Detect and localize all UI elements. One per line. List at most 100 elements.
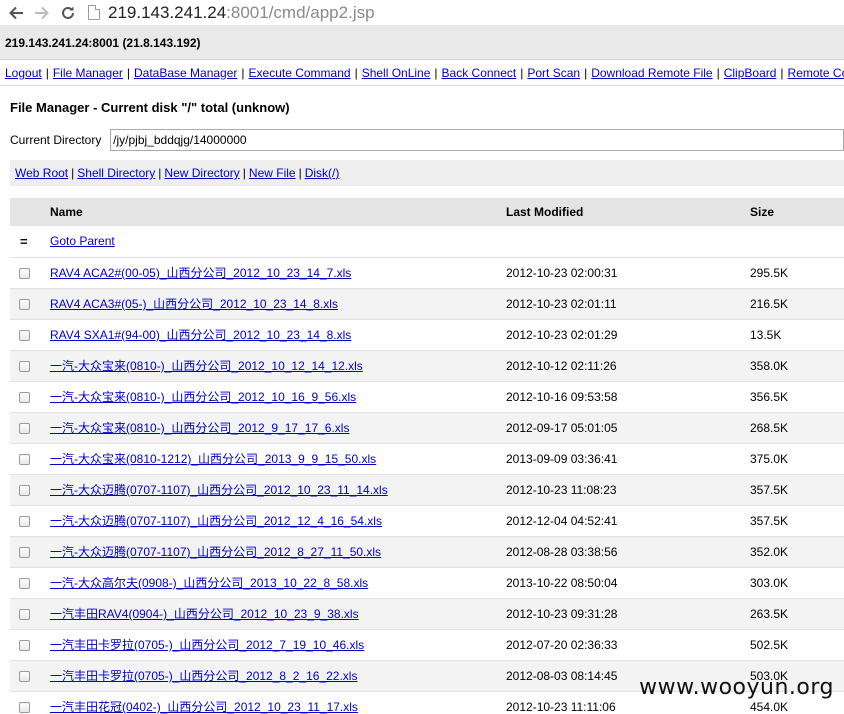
action-separator: | (242, 166, 246, 180)
file-name-link[interactable]: 一汽丰田卡罗拉(0705-)_山西分公司_2012_7_19_10_46.xls (50, 638, 364, 652)
file-last-modified: 2012-10-16 09:53:58 (506, 381, 750, 413)
row-checkbox[interactable] (19, 267, 30, 279)
row-checkbox[interactable] (19, 329, 30, 341)
directory-actions: Web Root | Shell Directory | New Directory… (10, 160, 844, 186)
file-name-link[interactable]: 一汽-大众宝来(0810-1212)_山西分公司_2013_9_9_15_50.… (50, 452, 376, 466)
menu-port-scan[interactable]: Port Scan (527, 66, 580, 80)
menu-execute-command[interactable]: Execute Command (249, 66, 351, 80)
header-name[interactable]: Name (50, 198, 506, 226)
action-separator: | (158, 166, 162, 180)
file-last-modified: 2013-10-22 08:50:04 (506, 567, 750, 599)
file-size: 268.5K (750, 412, 844, 444)
menu-clipboard[interactable]: ClipBoard (724, 66, 777, 80)
action-web-root[interactable]: Web Root (15, 166, 68, 180)
file-name-link[interactable]: 一汽-大众迈腾(0707-1107)_山西分公司_2012_8_27_11_50… (50, 545, 381, 559)
file-name-link[interactable]: RAV4 ACA2#(00-05)_山西分公司_2012_10_23_14_7.… (50, 266, 351, 280)
row-checkbox[interactable] (19, 515, 30, 527)
menu-separator: | (716, 65, 720, 80)
row-checkbox[interactable] (19, 577, 30, 589)
menu-separator: | (434, 65, 438, 80)
menu-file-manager[interactable]: File Manager (53, 66, 123, 80)
page-icon (88, 5, 100, 20)
file-name-link[interactable]: 一汽丰田RAV4(0904-)_山西分公司_2012_10_23_9_38.xl… (50, 607, 359, 621)
file-name-link[interactable]: RAV4 SXA1#(94-00)_山西分公司_2012_10_23_14_8.… (50, 328, 351, 342)
menu-logout[interactable]: Logout (5, 66, 42, 80)
row-checkbox[interactable] (19, 639, 30, 651)
row-checkbox[interactable] (19, 484, 30, 496)
row-checkbox[interactable] (19, 546, 30, 558)
address-bar[interactable]: 219.143.241.24:8001/cmd/app2.jsp (88, 3, 375, 23)
table-row: 一汽-大众宝来(0810-)_山西分公司_2012_9_17_17_6.xls 2… (10, 412, 844, 444)
table-row: 一汽-大众宝来(0810-)_山西分公司_2012_10_16_9_56.xls… (10, 381, 844, 413)
menu-separator: | (241, 65, 245, 80)
menu-separator: | (126, 65, 130, 80)
file-size: 357.5K (750, 474, 844, 506)
file-last-modified: 2012-10-23 11:08:23 (506, 474, 750, 506)
row-checkbox[interactable] (19, 360, 30, 372)
row-checkbox[interactable] (19, 298, 30, 310)
table-row: 一汽-大众迈腾(0707-1107)_山西分公司_2012_12_4_16_54… (10, 505, 844, 537)
table-row: 一汽丰田RAV4(0904-)_山西分公司_2012_10_23_9_38.xl… (10, 598, 844, 630)
action-new-directory[interactable]: New Directory (164, 166, 239, 180)
file-size: 303.0K (750, 567, 844, 599)
file-name-link[interactable]: 一汽-大众宝来(0810-)_山西分公司_2012_9_17_17_6.xls (50, 421, 349, 435)
goto-parent-row: = Goto Parent (10, 226, 844, 258)
row-checkbox[interactable] (19, 701, 30, 713)
menu-separator: | (354, 65, 358, 80)
file-name-link[interactable]: 一汽-大众宝来(0810-)_山西分公司_2012_10_12_14_12.xl… (50, 359, 363, 373)
header-select (10, 198, 50, 226)
file-name-link[interactable]: 一汽丰田卡罗拉(0705-)_山西分公司_2012_8_2_16_22.xls (50, 669, 357, 683)
current-directory-label: Current Directory (10, 133, 102, 147)
menu-remote-control[interactable]: Remote Co (788, 66, 844, 80)
action-shell-directory[interactable]: Shell Directory (77, 166, 155, 180)
file-last-modified: 2012-12-04 04:52:41 (506, 505, 750, 537)
file-name-link[interactable]: 一汽丰田花冠(0402-)_山西分公司_2012_10_23_11_17.xls (50, 700, 358, 714)
table-row: RAV4 ACA3#(05-)_山西分公司_2012_10_23_14_8.xl… (10, 288, 844, 320)
action-separator: | (71, 166, 75, 180)
file-size: 295.5K (750, 257, 844, 289)
file-last-modified: 2012-08-28 03:38:56 (506, 536, 750, 568)
browser-toolbar: 219.143.241.24:8001/cmd/app2.jsp (0, 0, 844, 26)
file-size: 216.5K (750, 288, 844, 320)
menu-separator: | (520, 65, 524, 80)
file-size: 375.0K (750, 443, 844, 475)
row-checkbox[interactable] (19, 670, 30, 682)
file-size: 352.0K (750, 536, 844, 568)
row-checkbox[interactable] (19, 608, 30, 620)
action-disk-root[interactable]: Disk(/) (305, 166, 340, 180)
file-table: Name Last Modified Size = Goto Parent RA… (10, 198, 844, 714)
current-directory-row: Current Directory (0, 128, 844, 152)
file-name-link[interactable]: 一汽-大众宝来(0810-)_山西分公司_2012_10_16_9_56.xls (50, 390, 356, 404)
file-last-modified: 2012-10-23 09:31:28 (506, 598, 750, 630)
current-directory-input[interactable] (110, 129, 844, 151)
action-separator: | (298, 166, 302, 180)
file-name-link[interactable]: 一汽-大众迈腾(0707-1107)_山西分公司_2012_10_23_11_1… (50, 483, 388, 497)
forward-arrow-icon[interactable] (32, 3, 52, 23)
file-last-modified: 2012-10-23 02:01:11 (506, 288, 750, 320)
menu-shell-online[interactable]: Shell OnLine (362, 66, 431, 80)
menu-download-remote-file[interactable]: Download Remote File (591, 66, 712, 80)
back-arrow-icon[interactable] (6, 3, 26, 23)
menu-separator: | (780, 65, 784, 80)
header-last-modified[interactable]: Last Modified (506, 198, 750, 226)
row-checkbox[interactable] (19, 453, 30, 465)
reload-icon[interactable] (58, 3, 78, 23)
menu-separator: | (584, 65, 588, 80)
file-last-modified: 2013-09-09 03:36:41 (506, 443, 750, 475)
goto-parent-link[interactable]: Goto Parent (50, 234, 115, 248)
table-row: 一汽-大众迈腾(0707-1107)_山西分公司_2012_8_27_11_50… (10, 536, 844, 568)
table-row: 一汽-大众宝来(0810-)_山西分公司_2012_10_12_14_12.xl… (10, 350, 844, 382)
row-checkbox[interactable] (19, 422, 30, 434)
menu-back-connect[interactable]: Back Connect (442, 66, 517, 80)
header-size[interactable]: Size (750, 198, 844, 226)
file-name-link[interactable]: 一汽-大众高尔夫(0908-)_山西分公司_2013_10_22_8_58.xl… (50, 576, 368, 590)
parent-marker: = (20, 233, 28, 249)
table-row: 一汽-大众宝来(0810-1212)_山西分公司_2013_9_9_15_50.… (10, 443, 844, 475)
menu-database-manager[interactable]: DataBase Manager (134, 66, 237, 80)
row-checkbox[interactable] (19, 391, 30, 403)
file-name-link[interactable]: RAV4 ACA3#(05-)_山西分公司_2012_10_23_14_8.xl… (50, 297, 338, 311)
table-row: RAV4 SXA1#(94-00)_山西分公司_2012_10_23_14_8.… (10, 319, 844, 351)
menu-separator: | (45, 65, 49, 80)
action-new-file[interactable]: New File (249, 166, 296, 180)
file-name-link[interactable]: 一汽-大众迈腾(0707-1107)_山西分公司_2012_12_4_16_54… (50, 514, 382, 528)
